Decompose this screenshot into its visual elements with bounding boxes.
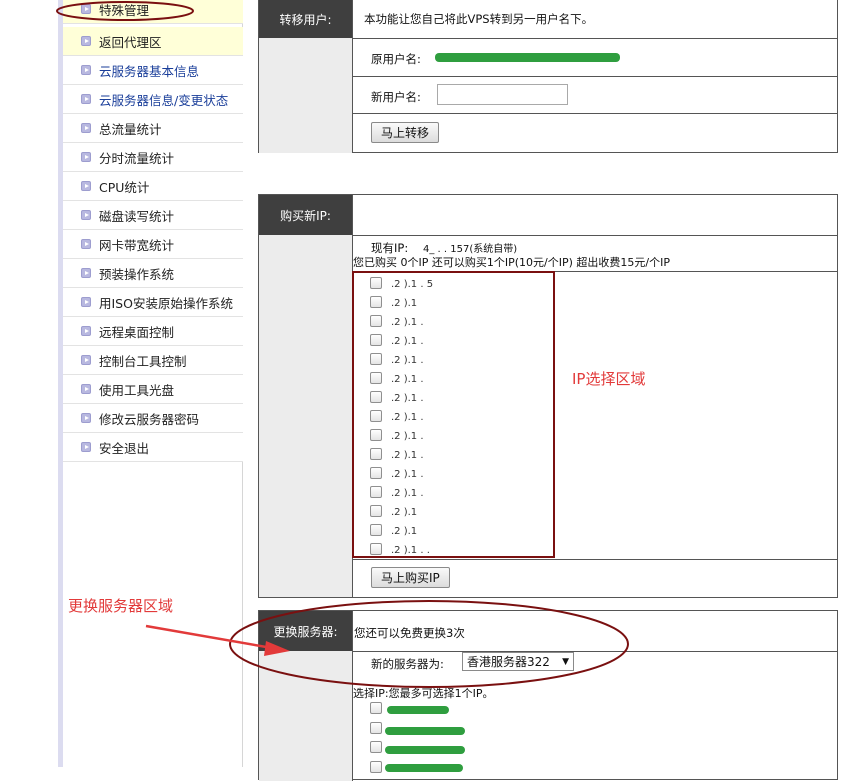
arrow-bullet-icon bbox=[81, 65, 91, 75]
sidebar-item-label: 修改云服务器密码 bbox=[99, 411, 200, 427]
arrow-bullet-icon bbox=[81, 181, 91, 191]
sidebar-item[interactable]: 总流量统计 bbox=[63, 114, 243, 143]
server-ip-redaction bbox=[387, 706, 449, 714]
arrow-bullet-icon bbox=[81, 210, 91, 220]
transfer-user-panel: 转移用户: 本功能让您自己将此VPS转到另一用户名下。 原用户名: 新用户名: … bbox=[258, 0, 838, 153]
sidebar-item-label: 网卡带宽统计 bbox=[99, 237, 175, 253]
server-select-value: 香港服务器322 bbox=[467, 655, 550, 669]
sidebar-item-label: 特殊管理 bbox=[99, 2, 150, 18]
arrow-bullet-icon bbox=[81, 384, 91, 394]
ip-area-highlight bbox=[352, 271, 555, 558]
sidebar-item[interactable]: 云服务器基本信息 bbox=[63, 56, 243, 85]
sidebar-item[interactable]: 特殊管理 bbox=[63, 0, 243, 24]
sidebar-item[interactable]: 网卡带宽统计 bbox=[63, 230, 243, 259]
sidebar-item[interactable]: 分时流量统计 bbox=[63, 143, 243, 172]
sidebar-item-label: CPU统计 bbox=[99, 179, 150, 195]
server-ip-redaction bbox=[385, 746, 465, 754]
server-ip-checkbox[interactable] bbox=[370, 702, 382, 714]
arrow-bullet-icon bbox=[81, 94, 91, 104]
sidebar-item-label: 预装操作系统 bbox=[99, 266, 175, 282]
transfer-user-gray-cell bbox=[259, 38, 352, 153]
sidebar-item-label: 磁盘读写统计 bbox=[99, 208, 175, 224]
sidebar-item[interactable]: 使用工具光盘 bbox=[63, 375, 243, 404]
sidebar-item[interactable]: 用ISO安装原始操作系统 bbox=[63, 288, 243, 317]
divider bbox=[352, 38, 837, 39]
arrow-bullet-icon bbox=[81, 442, 91, 452]
sidebar-item-label: 云服务器信息/变更状态 bbox=[99, 92, 229, 108]
sidebar-item-label: 用ISO安装原始操作系统 bbox=[99, 295, 233, 311]
ip-area-annotation: IP选择区域 bbox=[572, 370, 646, 388]
original-user-redaction bbox=[435, 53, 620, 62]
change-server-gray-cell bbox=[259, 651, 352, 781]
sidebar-item[interactable]: 预装操作系统 bbox=[63, 259, 243, 288]
change-server-annotation: 更换服务器区域 bbox=[68, 597, 174, 615]
original-user-label: 原用户名: bbox=[371, 52, 421, 66]
divider bbox=[352, 559, 837, 560]
server-ip-checkbox[interactable] bbox=[370, 722, 382, 734]
sidebar-item[interactable]: 返回代理区 bbox=[63, 27, 243, 56]
sidebar-item[interactable]: CPU统计 bbox=[63, 172, 243, 201]
arrow-bullet-icon bbox=[81, 36, 91, 46]
divider bbox=[352, 651, 837, 652]
server-ip-checkbox[interactable] bbox=[370, 741, 382, 753]
purchased-info: 您已购买 0个IP 还可以购买1个IP(10元/个IP) 超出收费15元/个IP bbox=[353, 256, 670, 269]
sidebar-item[interactable]: 修改云服务器密码 bbox=[63, 404, 243, 433]
transfer-description: 本功能让您自己将此VPS转到另一用户名下。 bbox=[364, 12, 594, 26]
arrow-bullet-icon bbox=[81, 268, 91, 278]
new-user-input[interactable] bbox=[437, 84, 568, 105]
sidebar-item-label: 使用工具光盘 bbox=[99, 382, 175, 398]
transfer-user-header: 转移用户: bbox=[259, 0, 352, 38]
new-user-label: 新用户名: bbox=[371, 90, 421, 104]
divider bbox=[352, 113, 837, 114]
arrow-bullet-icon bbox=[81, 152, 91, 162]
sidebar-item-label: 控制台工具控制 bbox=[99, 353, 187, 369]
sidebar: 特殊管理返回代理区云服务器基本信息云服务器信息/变更状态 总流量统计分时流量统计 C… bbox=[58, 0, 243, 767]
arrow-bullet-icon bbox=[81, 297, 91, 307]
buy-ip-header: 购买新IP: bbox=[259, 195, 352, 235]
sidebar-item-label: 总流量统计 bbox=[99, 121, 162, 137]
arrow-bullet-icon bbox=[81, 326, 91, 336]
arrow-bullet-icon bbox=[81, 355, 91, 365]
select-ip-text: 选择IP:您最多可选择1个IP。 bbox=[353, 687, 494, 700]
sidebar-item-label: 安全退出 bbox=[99, 440, 150, 456]
sidebar-item-label: 返回代理区 bbox=[99, 34, 162, 50]
server-ip-redaction bbox=[385, 764, 463, 772]
sidebar-item-label: 远程桌面控制 bbox=[99, 324, 175, 340]
divider bbox=[352, 235, 837, 236]
change-server-panel: 更换服务器: 您还可以免费更换3次 新的服务器为: 香港服务器322 ▼ 选择I… bbox=[258, 610, 838, 781]
arrow-bullet-icon bbox=[81, 123, 91, 133]
buy-ip-button[interactable]: 马上购买IP bbox=[371, 567, 450, 588]
chevron-down-icon: ▼ bbox=[562, 656, 569, 667]
sidebar-item[interactable]: 远程桌面控制 bbox=[63, 317, 243, 346]
sidebar-item[interactable]: 云服务器信息/变更状态 bbox=[63, 85, 243, 114]
server-ip-checkbox[interactable] bbox=[370, 761, 382, 773]
buy-ip-gray-cell bbox=[259, 235, 352, 597]
sidebar-item[interactable]: 安全退出 bbox=[63, 433, 243, 462]
change-server-header: 更换服务器: bbox=[259, 611, 352, 651]
current-ip-value: 4_ . . 157(系统自带) bbox=[423, 244, 518, 255]
server-ip-redaction bbox=[385, 727, 465, 735]
arrow-bullet-icon bbox=[81, 239, 91, 249]
arrow-bullet-icon bbox=[81, 4, 91, 14]
new-server-label: 新的服务器为: bbox=[371, 657, 444, 671]
sidebar-item[interactable]: 控制台工具控制 bbox=[63, 346, 243, 375]
server-select[interactable]: 香港服务器322 ▼ bbox=[462, 652, 574, 671]
transfer-button[interactable]: 马上转移 bbox=[371, 122, 440, 143]
divider bbox=[352, 76, 837, 77]
sidebar-item-label: 分时流量统计 bbox=[99, 150, 175, 166]
sidebar-item-label: 云服务器基本信息 bbox=[99, 63, 200, 79]
free-changes-text: 您还可以免费更换3次 bbox=[354, 626, 465, 640]
sidebar-item[interactable]: 磁盘读写统计 bbox=[63, 201, 243, 230]
arrow-bullet-icon bbox=[81, 413, 91, 423]
